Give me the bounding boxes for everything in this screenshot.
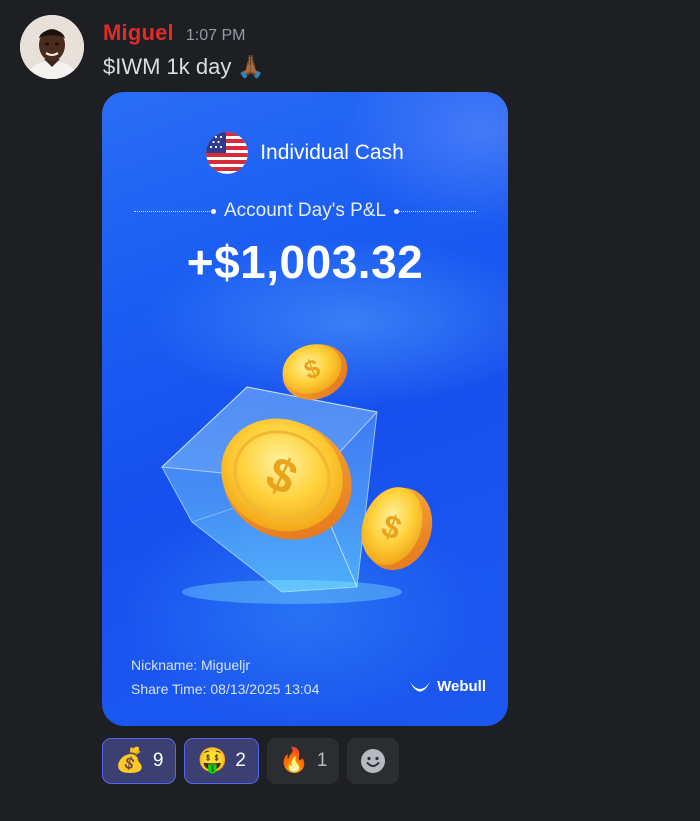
pl-value: +$1,003.32 <box>186 236 424 288</box>
username[interactable]: Miguel <box>103 20 174 46</box>
reaction-money-mouth-face[interactable]: 🤑 2 <box>184 738 259 784</box>
pl-label: Account Day's P&L <box>223 200 387 221</box>
divider-right <box>394 208 477 214</box>
brand-name: Webull <box>437 678 486 695</box>
fire-icon: 🔥 <box>278 747 309 774</box>
pl-label-row: Account Day's P&L <box>102 200 508 222</box>
praying-hands-emoji: 🙏🏾 <box>237 54 265 79</box>
pnl-share-card[interactable]: Individual Cash Account Day's P&L +$1,00… <box>102 92 508 726</box>
account-name: Individual Cash <box>260 141 404 164</box>
money-mouth-face-icon: 🤑 <box>197 747 228 774</box>
brand-logo: Webull <box>408 678 486 695</box>
money-bag-icon: 💰 <box>115 747 145 774</box>
reaction-count: 9 <box>152 750 164 771</box>
avatar-image <box>20 15 84 79</box>
add-reaction-button[interactable] <box>347 738 400 784</box>
reaction-fire[interactable]: 🔥 1 <box>266 738 340 784</box>
account-row: Individual Cash <box>102 132 508 174</box>
add-reaction-icon <box>361 749 386 773</box>
us-flag-icon <box>206 132 249 174</box>
divider-left <box>133 208 216 214</box>
reaction-count: 2 <box>235 750 246 771</box>
share-time: Share Time: 08/13/2025 13:04 <box>131 681 320 697</box>
message-header: Miguel 1:07 PM <box>103 20 245 46</box>
message-text: $IWM 1k day <box>103 54 232 79</box>
webull-logo-icon <box>410 681 431 691</box>
reaction-money-bag[interactable]: 💰 9 <box>102 738 177 784</box>
user-avatar[interactable] <box>20 15 84 79</box>
nickname: Nickname: Migueljr <box>131 657 251 673</box>
chat-message: Miguel 1:07 PM $IWM 1k day 🙏🏾 Individual… <box>0 0 700 821</box>
message-content: $IWM 1k day 🙏🏾 <box>103 54 265 80</box>
timestamp: 1:07 PM <box>185 27 246 44</box>
reaction-count: 1 <box>316 750 328 771</box>
coins-cube-illustration: $ $ $ <box>160 344 433 604</box>
reaction-bar: 💰 9 🤑 2 🔥 1 <box>102 738 400 784</box>
